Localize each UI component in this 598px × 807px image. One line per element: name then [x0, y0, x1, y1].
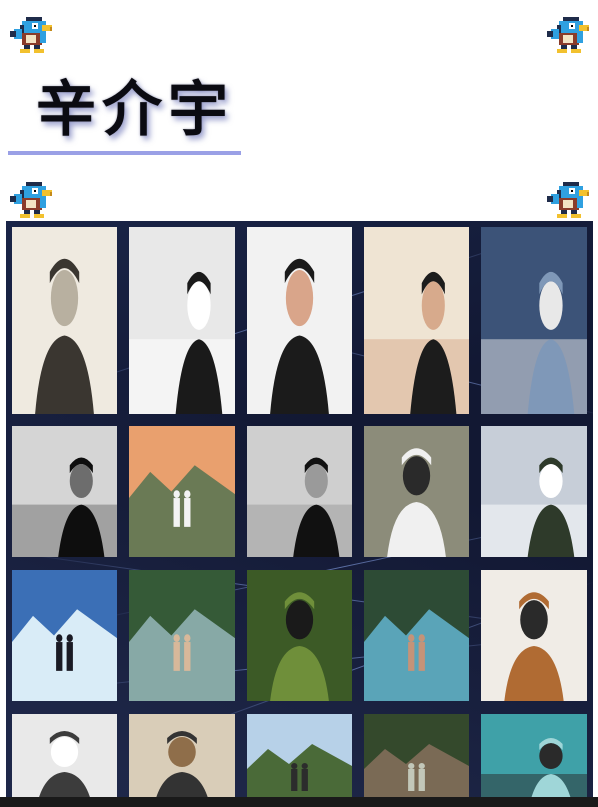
waterfall-forest-photo[interactable] — [129, 570, 235, 701]
dog-street-photo[interactable] — [364, 426, 469, 557]
page-title: 辛介宇 — [36, 75, 234, 145]
bird-sprite-icon — [545, 13, 591, 55]
sea-rocks-photo[interactable] — [12, 570, 117, 701]
mountain-hike-photo[interactable] — [247, 714, 352, 807]
forest-pavilion-photo[interactable] — [364, 714, 469, 807]
orange-hoodie-photo[interactable] — [481, 570, 587, 701]
sky-silhouette-photo[interactable] — [247, 426, 352, 557]
sunset-couple-photo[interactable] — [129, 426, 235, 557]
selfie-peace-sign-photo[interactable] — [247, 227, 352, 414]
photo-gallery — [6, 221, 593, 807]
bird-sprite-icon — [8, 13, 54, 55]
city-overlook-photo[interactable] — [481, 426, 587, 557]
bottom-edge-bar — [0, 797, 598, 807]
title-underline — [8, 151, 241, 155]
station-selfie-photo[interactable] — [129, 714, 235, 807]
bird-sprite-icon — [545, 178, 591, 220]
dark-room-portrait-photo[interactable] — [12, 426, 117, 557]
man-black-jacket-photo[interactable] — [129, 227, 235, 414]
bird-sprite-icon — [8, 178, 54, 220]
building-wall-photo[interactable] — [481, 227, 587, 414]
friends-waterfall-photo[interactable] — [364, 570, 469, 701]
leaves-face-photo[interactable] — [247, 570, 352, 701]
sketch-portrait-photo[interactable] — [12, 227, 117, 414]
underwater-photo[interactable] — [481, 714, 587, 807]
earphones-profile-photo[interactable] — [364, 227, 469, 414]
umbrella-portrait-photo[interactable] — [12, 714, 117, 807]
